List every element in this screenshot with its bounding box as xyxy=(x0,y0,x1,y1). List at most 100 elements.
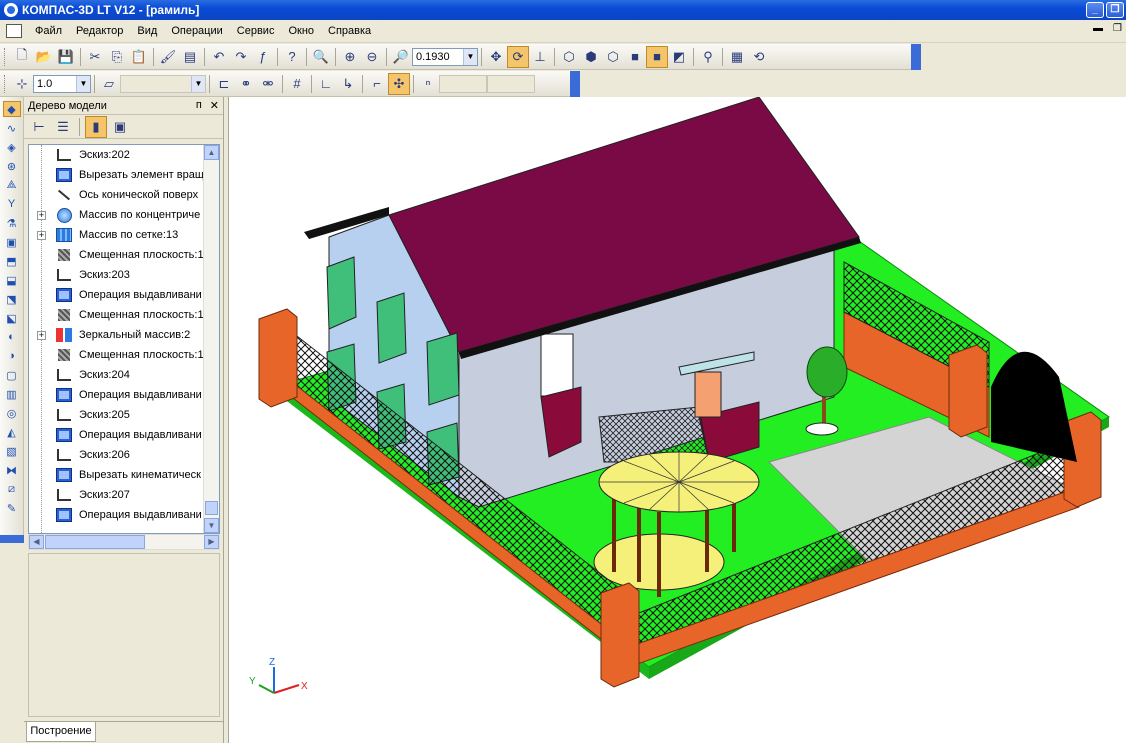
scroll-right-icon[interactable]: ▶ xyxy=(204,535,219,549)
chevron-down-icon[interactable]: ▼ xyxy=(191,75,205,92)
tree-structure-icon[interactable]: ⊢ xyxy=(28,116,50,138)
wireframe-icon[interactable]: ⬡ xyxy=(558,46,580,68)
formula-icon[interactable]: ƒ xyxy=(252,46,274,68)
coordinates-icon[interactable]: ⁿ xyxy=(417,73,439,95)
redo-icon[interactable]: ↷ xyxy=(230,46,252,68)
rib-icon[interactable]: ▥ xyxy=(3,386,21,402)
close-icon[interactable]: ✕ xyxy=(210,99,219,112)
tree-item[interactable]: Эскиз:207 xyxy=(29,485,204,505)
grid-icon[interactable]: # xyxy=(286,73,308,95)
halftone-edges-icon[interactable]: ■ xyxy=(646,45,668,68)
tab-construction[interactable]: Построение xyxy=(26,722,96,742)
menu-view[interactable]: Вид xyxy=(130,25,164,37)
copy-icon[interactable]: ⎘ xyxy=(106,46,128,68)
menu-file[interactable]: Файл xyxy=(28,25,69,37)
edit-parts-icon[interactable]: ◆ xyxy=(2,101,21,117)
zoom-scale-combo[interactable]: 0.1930 ▼ xyxy=(412,47,478,66)
rebuild-icon[interactable]: ⟲ xyxy=(748,46,770,68)
pan-icon[interactable]: ✥ xyxy=(485,46,507,68)
filters-icon[interactable]: ⚗ xyxy=(3,215,21,231)
surfaces-icon[interactable]: ◈ xyxy=(3,139,21,155)
tree-item[interactable]: Операция выдавливани xyxy=(29,285,204,305)
save-icon[interactable]: 💾 xyxy=(55,46,77,68)
tree-item[interactable]: Эскиз:206 xyxy=(29,445,204,465)
chevron-down-icon[interactable]: ▼ xyxy=(463,48,477,65)
tree-vertical-scrollbar[interactable]: ▲ ▼ xyxy=(203,145,219,533)
properties-brush-icon[interactable]: 🖌 xyxy=(157,46,179,68)
help-pointer-icon[interactable]: ? xyxy=(281,46,303,68)
tree-item[interactable]: Операция выдавливани xyxy=(29,425,204,445)
menu-window[interactable]: Окно xyxy=(281,25,321,37)
tree-item[interactable]: Эскиз:204 xyxy=(29,365,204,385)
tree-item[interactable]: Эскиз:203 xyxy=(29,265,204,285)
tree-item[interactable]: + Массив по сетке:13 xyxy=(29,225,204,245)
scroll-up-icon[interactable]: ▲ xyxy=(204,145,219,160)
tree-item[interactable]: Смещенная плоскость:1 xyxy=(29,345,204,365)
scroll-thumb[interactable] xyxy=(205,501,218,515)
tree-item[interactable]: Операция выдавливани xyxy=(29,505,204,525)
chamfer-icon[interactable]: ◑ xyxy=(3,348,21,364)
ortho-icon[interactable]: ∟ xyxy=(315,73,337,95)
shell-icon[interactable]: ▢ xyxy=(3,367,21,383)
restore-button[interactable]: ❐ xyxy=(1106,2,1124,18)
toolbar-end[interactable] xyxy=(911,44,921,70)
paste-icon[interactable]: 📋 xyxy=(128,46,150,68)
report-icon[interactable]: ▤ xyxy=(179,46,201,68)
aux-geometry-icon[interactable]: ⟁ xyxy=(3,177,21,193)
menu-help[interactable]: Справка xyxy=(321,25,378,37)
tree-item[interactable]: Вырезать кинематическ xyxy=(29,465,204,485)
fillet-icon[interactable]: ◐ xyxy=(3,329,21,345)
menu-editor[interactable]: Редактор xyxy=(69,25,130,37)
house-model-3d[interactable]: Z X Y xyxy=(229,97,1126,743)
tree-item[interactable]: + Массив по концентриче xyxy=(29,205,204,225)
y-coordinate-field[interactable] xyxy=(487,74,535,93)
snap-icon[interactable]: ✣ xyxy=(388,72,410,95)
attributes-icon[interactable]: ✎ xyxy=(3,500,21,516)
pin-icon[interactable]: ᴨ xyxy=(196,99,202,112)
toolbar-grip[interactable] xyxy=(4,74,7,93)
tree-item[interactable]: + Зеркальный массив:2 xyxy=(29,325,204,345)
orientation-icon[interactable]: ⊥ xyxy=(529,46,551,68)
scroll-left-icon[interactable]: ◀ xyxy=(29,535,44,549)
manager-icon[interactable]: ▦ xyxy=(726,46,748,68)
document-icon[interactable] xyxy=(6,24,22,38)
tree-item[interactable]: Ось конической поверх xyxy=(29,185,204,205)
tree-item[interactable]: Операция выдавливани xyxy=(29,385,204,405)
tree-item[interactable]: Смещенная плоскость:1 xyxy=(29,305,204,325)
x-coordinate-field[interactable] xyxy=(439,74,487,93)
mirror-icon[interactable]: ⧓ xyxy=(3,462,21,478)
hole-icon[interactable]: ◎ xyxy=(3,405,21,421)
tree-item[interactable]: Эскиз:205 xyxy=(29,405,204,425)
local-cs-icon[interactable]: ⊏ xyxy=(213,73,235,95)
extrude-op-icon[interactable]: ⬒ xyxy=(3,253,21,269)
tree-order-icon[interactable]: ☰ xyxy=(52,116,74,138)
filter-icon[interactable]: ⚲ xyxy=(697,46,719,68)
toolbar-end[interactable] xyxy=(0,535,24,543)
tree-horizontal-scrollbar[interactable]: ◀ ▶ xyxy=(28,534,220,550)
link-icon[interactable]: ⚭ xyxy=(235,73,257,95)
undo-icon[interactable]: ↶ xyxy=(208,46,230,68)
spec-icon[interactable]: ▣ xyxy=(3,234,21,250)
snap-step-icon[interactable]: ⊹ xyxy=(11,73,33,95)
chevron-down-icon[interactable]: ▼ xyxy=(76,75,90,92)
scroll-thumb[interactable] xyxy=(45,535,145,549)
zoom-in-icon[interactable]: ⊕ xyxy=(339,46,361,68)
tree-item[interactable]: Вырезать элемент вращ xyxy=(29,165,204,185)
toolbar-end[interactable] xyxy=(570,71,580,97)
expand-icon[interactable]: + xyxy=(37,230,46,240)
tree-view-icon[interactable]: ▮ xyxy=(85,115,107,138)
split-icon[interactable]: ⧄ xyxy=(3,481,21,497)
section-icon[interactable]: ▧ xyxy=(3,443,21,459)
step-combo[interactable]: 1.0 ▼ xyxy=(33,74,91,93)
expand-icon[interactable]: + xyxy=(37,330,46,340)
menu-operations[interactable]: Операции xyxy=(164,25,229,37)
zoom-window-icon[interactable]: 🔍 xyxy=(310,46,332,68)
layer-combo[interactable]: ▼ xyxy=(120,74,206,93)
tree-item[interactable]: Смещенная плоскость:1 xyxy=(29,245,204,265)
model-viewport[interactable]: Z X Y xyxy=(228,97,1126,743)
tree-window-icon[interactable]: ▣ xyxy=(109,116,131,138)
draft-icon[interactable]: ◭ xyxy=(3,424,21,440)
doc-minimize-icon[interactable]: ▬ xyxy=(1093,23,1103,34)
open-file-icon[interactable]: 📂 xyxy=(33,46,55,68)
axes-icon[interactable]: ↳ xyxy=(337,73,359,95)
